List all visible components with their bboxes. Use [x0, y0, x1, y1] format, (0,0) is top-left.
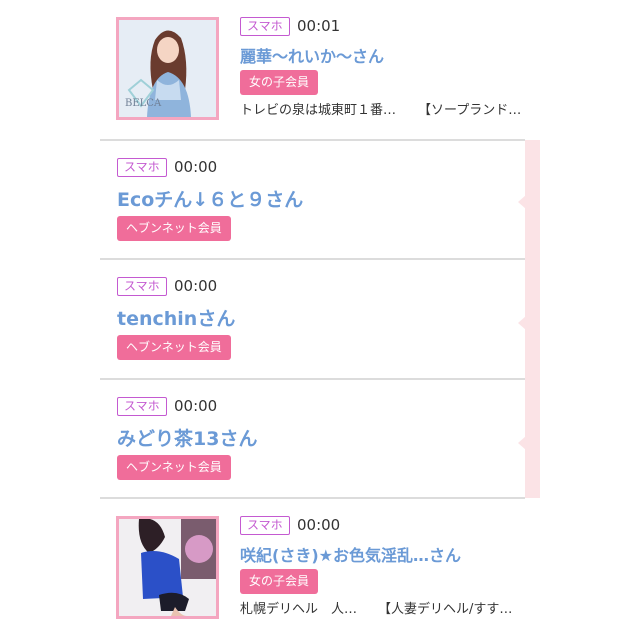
timestamp: 00:00	[174, 397, 218, 415]
member-type-tag: ヘブンネット会員	[117, 216, 231, 241]
timestamp: 00:00	[297, 516, 341, 534]
device-badge: スマホ	[240, 17, 290, 36]
stripe-notch	[518, 316, 526, 330]
shop-category[interactable]: 【人妻デリヘル/すす…	[378, 601, 512, 619]
thumb-logo: BELCA	[125, 98, 162, 109]
woman-photo-thumbnail-icon[interactable]	[116, 516, 219, 619]
divider	[100, 378, 525, 380]
member-type-tag: ヘブンネット会員	[117, 455, 231, 480]
divider	[100, 497, 525, 499]
timestamp: 00:01	[297, 17, 341, 35]
divider	[100, 139, 525, 141]
member-type-tag: 女の子会員	[240, 569, 319, 594]
user-name-link[interactable]: みどり茶13さん	[117, 424, 257, 451]
shop-description[interactable]: 札幌デリヘル 人…	[240, 601, 357, 619]
device-badge: スマホ	[240, 516, 290, 535]
member-type-tag: 女の子会員	[240, 70, 319, 95]
stripe-notch	[518, 436, 526, 450]
woman-photo-thumbnail-icon[interactable]: BELCA	[116, 17, 219, 120]
device-badge: スマホ	[117, 397, 167, 416]
member-type-tag: ヘブンネット会員	[117, 335, 231, 360]
device-badge: スマホ	[117, 158, 167, 177]
device-badge: スマホ	[117, 277, 167, 296]
shop-category[interactable]: 【ソープランド…	[418, 102, 521, 120]
stripe-notch	[518, 195, 526, 209]
timestamp: 00:00	[174, 158, 218, 176]
shop-description[interactable]: トレビの泉は城東町１番…	[240, 102, 396, 120]
user-name-link[interactable]: tenchinさん	[117, 304, 235, 331]
user-name-link[interactable]: Ecoチん↓６と９さん	[117, 185, 303, 212]
timestamp: 00:00	[174, 277, 218, 295]
user-name-link[interactable]: 麗華〜れいか〜さん	[240, 43, 384, 67]
user-name-link[interactable]: 咲紀(さき)★お色気淫乱…さん	[240, 542, 461, 566]
side-stripe	[525, 140, 540, 498]
divider	[100, 258, 525, 260]
